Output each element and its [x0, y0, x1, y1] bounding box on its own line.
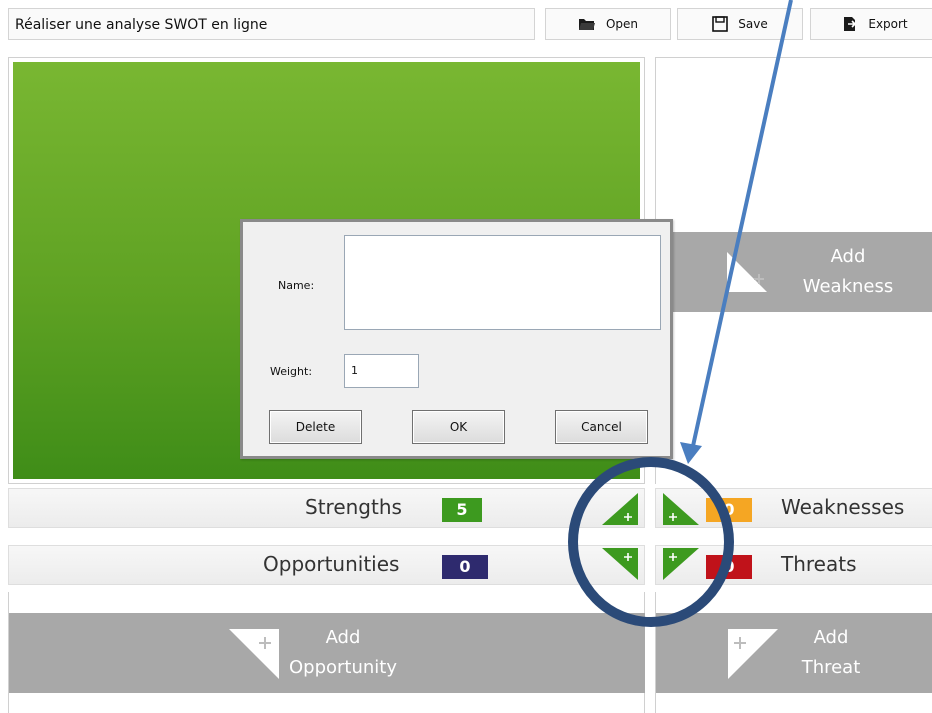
save-label: Save: [738, 17, 768, 31]
opportunities-count-badge: 0: [442, 555, 488, 579]
add-threat-button[interactable]: Add Threat: [656, 613, 932, 693]
floppy-disk-icon: [712, 16, 729, 32]
add-weakness-line1: Add: [830, 246, 866, 267]
add-threat-arrow-icon[interactable]: [661, 548, 701, 582]
cancel-button[interactable]: Cancel: [555, 410, 648, 444]
add-strength-arrow-icon[interactable]: [600, 493, 640, 527]
threats-label: Threats: [781, 552, 857, 576]
weight-label: Weight:: [270, 365, 313, 378]
opportunities-label: Opportunities: [263, 552, 400, 576]
export-icon: [842, 16, 858, 32]
opportunities-bar: Opportunities 0: [8, 545, 645, 585]
add-threat-line1: Add: [813, 627, 849, 648]
add-threat-line2: Threat: [801, 657, 861, 678]
weaknesses-panel: Add Weakness: [655, 57, 932, 484]
open-label: Open: [605, 17, 639, 31]
edit-item-dialog: Name: Weight: 1 Delete OK Cancel: [240, 219, 673, 459]
add-weakness-line2: Weakness: [802, 276, 894, 297]
ok-button[interactable]: OK: [412, 410, 505, 444]
add-opportunity-arrow-icon[interactable]: [600, 548, 640, 582]
delete-button[interactable]: Delete: [269, 410, 362, 444]
export-button[interactable]: Export: [810, 8, 932, 40]
add-weakness-button[interactable]: Add Weakness: [673, 232, 932, 312]
add-weakness-arrow-icon[interactable]: [661, 493, 701, 527]
add-opportunity-line1: Add: [325, 627, 361, 648]
strengths-label: Strengths: [305, 495, 402, 519]
open-button[interactable]: Open: [545, 8, 671, 40]
threats-panel: Add Threat: [655, 592, 932, 713]
analysis-title-field[interactable]: Réaliser une analyse SWOT en ligne: [8, 8, 535, 40]
threats-count-badge: 0: [706, 555, 752, 579]
strengths-count-badge: 5: [442, 498, 482, 522]
name-input[interactable]: [344, 235, 661, 330]
weaknesses-count-badge: 0: [706, 498, 752, 522]
folder-icon: [578, 17, 596, 31]
opportunities-panel: Add Opportunity: [8, 592, 645, 713]
add-triangle-icon: [727, 252, 767, 292]
export-label: Export: [868, 17, 908, 31]
weaknesses-label: Weaknesses: [781, 495, 905, 519]
weight-input[interactable]: 1: [344, 354, 419, 388]
add-opportunity-line2: Opportunity: [288, 657, 398, 678]
save-button[interactable]: Save: [677, 8, 803, 40]
strengths-bar: Strengths 5: [8, 488, 645, 528]
name-label: Name:: [278, 279, 315, 292]
add-opportunity-button[interactable]: Add Opportunity: [9, 613, 645, 693]
